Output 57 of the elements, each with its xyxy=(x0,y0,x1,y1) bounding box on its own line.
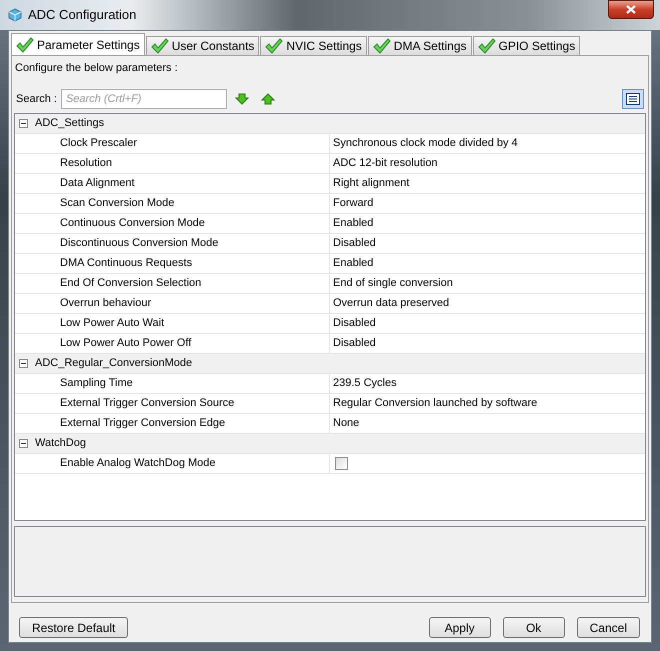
parameter-name: External Trigger Conversion Edge xyxy=(60,416,226,432)
parameter-name: Clock Prescaler xyxy=(60,136,138,152)
window-title: ADC Configuration xyxy=(28,6,136,24)
tab[interactable]: DMA Settings xyxy=(368,36,472,55)
list-icon xyxy=(626,93,640,105)
parameter-name: DMA Continuous Requests xyxy=(60,256,192,272)
parameter-name: Continuous Conversion Mode xyxy=(60,216,205,232)
dialog-button[interactable]: Ok xyxy=(502,617,565,638)
tab[interactable]: NVIC Settings xyxy=(260,36,367,55)
dialog-button[interactable]: Apply xyxy=(428,617,491,638)
collapse-icon[interactable] xyxy=(19,359,28,368)
list-view-button[interactable] xyxy=(622,89,644,109)
checkbox[interactable] xyxy=(335,457,348,470)
parameter-value[interactable]: End of single conversion xyxy=(333,275,453,292)
collapse-icon[interactable] xyxy=(19,119,28,128)
group-header: ADC_Settings xyxy=(35,116,104,132)
parameter-value[interactable]: Disabled xyxy=(333,235,376,252)
parameter-value[interactable]: 239.5 Cycles xyxy=(333,375,397,392)
parameter-name: Discontinuous Conversion Mode xyxy=(60,236,218,252)
close-button[interactable] xyxy=(608,0,654,19)
parameter-value[interactable]: Disabled xyxy=(333,335,376,352)
cube-icon xyxy=(8,8,22,22)
group-header: ADC_Regular_ConversionMode xyxy=(35,356,192,372)
search-field[interactable]: Search (Crtl+F) xyxy=(60,89,227,109)
parameter-name: External Trigger Conversion Source xyxy=(60,396,234,412)
parameter-value[interactable]: Enabled xyxy=(333,215,374,232)
parameter-name: Resolution xyxy=(60,156,112,172)
parameter-name: Low Power Auto Wait xyxy=(60,316,164,332)
parameter-value[interactable]: Regular Conversion launched by software xyxy=(333,395,538,412)
arrow-down-icon[interactable] xyxy=(234,93,249,105)
dialog-button[interactable]: Cancel xyxy=(576,617,640,638)
parameter-value[interactable]: Right alignment xyxy=(333,175,410,192)
close-icon xyxy=(626,5,636,14)
check-icon xyxy=(16,36,34,52)
search-label: Search : xyxy=(16,92,57,107)
parameter-name: Enable Analog WatchDog Mode xyxy=(60,456,216,472)
parameter-value[interactable]: Forward xyxy=(333,195,374,212)
instruction-text: Configure the below parameters : xyxy=(15,61,179,75)
tab[interactable]: User Constants xyxy=(146,36,260,55)
parameter-name: Data Alignment xyxy=(60,176,135,192)
parameter-name: Sampling Time xyxy=(60,376,133,392)
parameter-name: End Of Conversion Selection xyxy=(60,276,202,292)
parameter-name: Low Power Auto Power Off xyxy=(60,336,192,352)
parameter-value[interactable]: ADC 12-bit resolution xyxy=(333,155,438,172)
collapse-icon[interactable] xyxy=(19,439,28,448)
parameter-value[interactable]: Overrun data preserved xyxy=(333,295,450,312)
dialog-button[interactable]: Restore Default xyxy=(19,617,128,638)
parameter-value[interactable]: Synchronous clock mode divided by 4 xyxy=(333,135,518,152)
parameter-value[interactable]: None xyxy=(333,415,360,432)
parameter-name: Overrun behaviour xyxy=(60,296,152,312)
parameter-name: Scan Conversion Mode xyxy=(60,196,174,212)
tab[interactable]: Parameter Settings xyxy=(11,33,145,55)
parameter-value[interactable]: Enabled xyxy=(333,255,374,272)
group-header: WatchDog xyxy=(35,436,86,452)
tab[interactable]: GPIO Settings xyxy=(472,36,580,55)
arrow-up-icon[interactable] xyxy=(260,93,275,105)
parameter-value[interactable]: Disabled xyxy=(333,315,376,332)
